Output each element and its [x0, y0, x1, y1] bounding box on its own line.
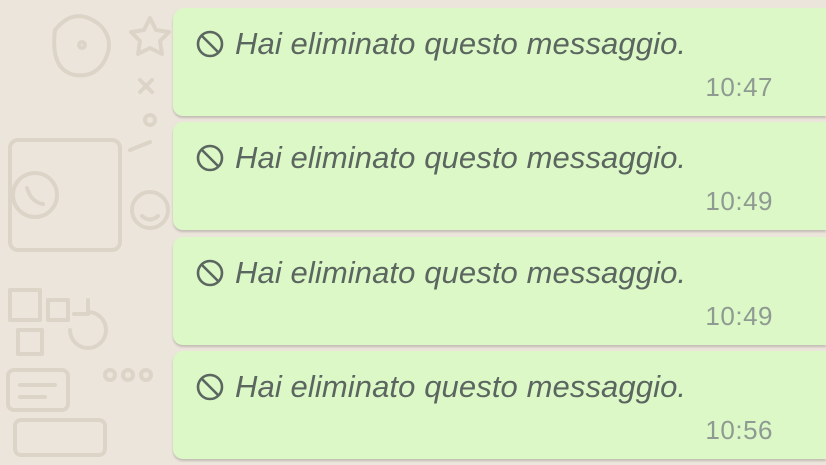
- message-text: Hai eliminato questo messaggio.: [235, 255, 687, 290]
- message-text: Hai eliminato questo messaggio.: [235, 26, 687, 61]
- message-bubble[interactable]: Hai eliminato questo messaggio. 10:49: [173, 122, 826, 230]
- message-bubble[interactable]: Hai eliminato questo messaggio. 10:47: [173, 8, 826, 116]
- message-timestamp: 10:47: [705, 72, 773, 102]
- message-bubble[interactable]: Hai eliminato questo messaggio. 10:56: [173, 351, 826, 459]
- ban-icon: [196, 30, 224, 58]
- message-timestamp: 10:49: [705, 186, 773, 216]
- ban-icon: [196, 144, 224, 172]
- message-timestamp: 10:56: [705, 415, 773, 445]
- ban-icon: [196, 373, 224, 401]
- deleted-message-row: Hai eliminato questo messaggio.: [195, 255, 686, 291]
- chat-thread: Hai eliminato questo messaggio. 10:47 Ha…: [0, 0, 826, 465]
- ban-icon: [196, 259, 224, 287]
- deleted-message-row: Hai eliminato questo messaggio.: [195, 369, 686, 405]
- message-timestamp: 10:49: [705, 301, 773, 331]
- message-text: Hai eliminato questo messaggio.: [235, 369, 687, 404]
- message-bubble[interactable]: Hai eliminato questo messaggio. 10:49: [173, 237, 826, 345]
- deleted-message-row: Hai eliminato questo messaggio.: [195, 26, 686, 62]
- message-text: Hai eliminato questo messaggio.: [235, 140, 687, 175]
- deleted-message-row: Hai eliminato questo messaggio.: [195, 140, 686, 176]
